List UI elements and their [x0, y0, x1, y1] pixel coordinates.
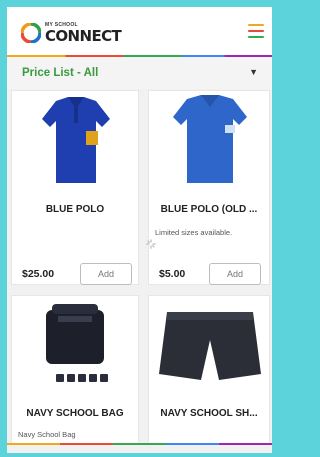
product-card[interactable]: BLUE POLO $25.00 Add [11, 90, 139, 285]
product-description: Navy School Bag [18, 430, 76, 439]
price-list-selector[interactable]: Price List - All ▼ [7, 57, 272, 89]
logo-big-text: CONNECT [45, 27, 122, 45]
app-screen: MY SCHOOL CONNECT Price List - All ▼ BLU… [7, 7, 272, 453]
product-description: Limited sizes available. [155, 228, 233, 237]
logo-ring-icon [21, 23, 41, 43]
product-name: BLUE POLO [45, 204, 105, 215]
price-list-title: Price List - All [22, 67, 99, 79]
loading-spinner-icon [146, 239, 156, 249]
footer-color-stripe [7, 443, 272, 445]
product-price: $5.00 [159, 268, 186, 280]
product-card[interactable]: NAVY SCHOOL BAG Navy School Bag [11, 295, 139, 445]
product-image-blue-polo [12, 91, 138, 191]
product-card[interactable]: NAVY SCHOOL SH... [148, 295, 270, 445]
product-name: NAVY SCHOOL SH... [160, 408, 258, 419]
add-to-cart-button[interactable]: Add [80, 263, 132, 285]
product-image-blue-polo-old [149, 91, 269, 191]
product-image-navy-school-shorts [149, 296, 269, 396]
product-name: NAVY SCHOOL BAG [26, 408, 124, 419]
product-image-navy-school-bag [12, 296, 138, 396]
hamburger-menu-icon[interactable] [248, 24, 264, 38]
caret-down-icon[interactable]: ▼ [249, 67, 258, 77]
product-name: BLUE POLO (OLD ... [160, 204, 258, 215]
app-header: MY SCHOOL CONNECT [7, 7, 272, 57]
add-to-cart-button[interactable]: Add [209, 263, 261, 285]
product-price: $25.00 [22, 268, 55, 280]
product-card[interactable]: BLUE POLO (OLD ... Limited sizes availab… [148, 90, 270, 285]
my-school-connect-logo[interactable]: MY SCHOOL CONNECT [21, 21, 131, 45]
